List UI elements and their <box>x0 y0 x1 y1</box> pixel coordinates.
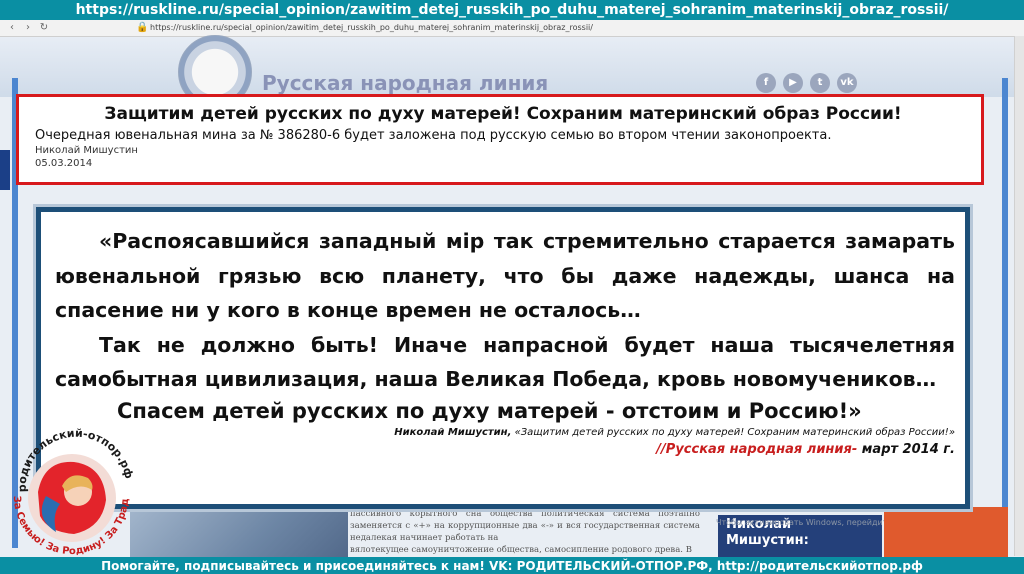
back-icon[interactable]: ‹ <box>6 22 18 34</box>
bottom-cta-text: Помогайте, подписывайтесь и присоединяйт… <box>101 558 923 573</box>
browser-toolbar: ‹ › ↻ 🔒 https://ruskline.ru/special_opin… <box>0 20 1024 37</box>
quote-cite-title: «Защитим детей русских по духу матерей! … <box>514 426 955 438</box>
quote-source-name: //Русская народная линия- <box>656 441 858 457</box>
quote-box: «Распоясавшийся западный мiр так стремит… <box>33 204 973 512</box>
left-accent-strip <box>0 150 10 190</box>
article-date: 05.03.2014 <box>35 158 93 169</box>
forward-icon[interactable]: › <box>22 22 34 34</box>
quote-citation: Николай Мишустин, «Защитим детей русских… <box>55 426 955 440</box>
side-stripe <box>884 507 1008 557</box>
top-url-banner: https://ruskline.ru/special_opinion/zawi… <box>0 0 1024 20</box>
page-scrollbar[interactable] <box>1014 36 1024 556</box>
headline-box: Защитим детей русских по духу матерей! С… <box>16 94 984 185</box>
quote-source: //Русская народная линия- март 2014 г. <box>55 442 955 458</box>
article-body-text: пассивного корытного сна общества полити… <box>350 509 700 543</box>
quote-paragraph-2: Так не должно быть! Иначе напрасной буде… <box>55 332 955 392</box>
parents-resistance-stamp: родительский-отпор.рф За Семью! За Родин… <box>4 400 136 557</box>
address-bar[interactable]: https://ruskline.ru/special_opinion/zawi… <box>150 22 710 34</box>
lock-icon: 🔒 <box>136 22 149 33</box>
article-photo <box>130 507 348 557</box>
article-author: Николай Мишустин <box>35 145 138 156</box>
article-headline: Защитим детей русских по духу матерей! С… <box>104 104 902 124</box>
bottom-cta-banner: Помогайте, подписывайтесь и присоединяйт… <box>0 557 1024 574</box>
quote-cite-author: Николай Мишустин, <box>394 426 512 438</box>
top-url-text: https://ruskline.ru/special_opinion/zawi… <box>75 2 949 18</box>
article-lead: Очередная ювенальная мина за № 386280-6 … <box>35 128 832 143</box>
reload-icon[interactable]: ↻ <box>38 22 50 34</box>
quote-paragraph-1: «Распоясавшийся западный мiр так стремит… <box>55 229 955 322</box>
quote-source-date: март 2014 г. <box>861 441 955 457</box>
quote-paragraph-3: Спасем детей русских по духу матерей - о… <box>117 398 862 423</box>
